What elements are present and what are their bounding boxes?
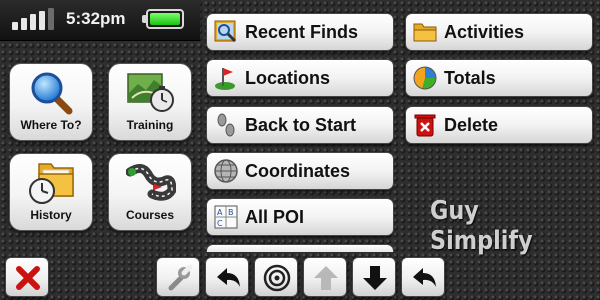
coordinates-label: Coordinates (245, 161, 351, 181)
folder-icon (413, 23, 437, 42)
svg-text:A: A (217, 208, 223, 217)
courses-label: Courses (125, 208, 175, 222)
close-button[interactable] (5, 257, 49, 297)
pie-chart-icon (413, 66, 437, 90)
target-icon (263, 264, 291, 292)
magnifier-icon (31, 72, 73, 115)
back-button-secondary[interactable] (401, 257, 445, 297)
globe-icon (214, 159, 238, 183)
recent-finds-button[interactable]: Recent Finds (206, 13, 394, 51)
target-button[interactable] (254, 257, 298, 297)
all-poi-label: All POI (245, 207, 305, 227)
training-label: Training (126, 118, 174, 132)
svg-text:B: B (228, 208, 234, 217)
locations-button[interactable]: Locations (206, 59, 394, 97)
footprints-icon (217, 113, 235, 137)
back-arrow-icon (413, 268, 436, 287)
scroll-down-icon (363, 266, 387, 290)
history-folder-clock-icon (29, 163, 74, 204)
location-flag-icon (215, 68, 235, 90)
trash-x-icon (414, 114, 436, 137)
watermark-text: Guy Simplify (430, 196, 533, 256)
back-button[interactable] (205, 257, 249, 297)
scroll-up-button[interactable] (303, 257, 347, 297)
svg-text:C: C (217, 219, 223, 228)
poi-abc-icon: A B C (214, 205, 238, 229)
courses-button[interactable]: Courses (108, 153, 192, 231)
coordinates-button[interactable]: Coordinates (206, 152, 394, 190)
scroll-down-button[interactable] (352, 257, 396, 297)
totals-button[interactable]: Totals (405, 59, 593, 97)
wrench-icon (168, 264, 193, 291)
history-button[interactable]: History (9, 153, 93, 231)
recent-finds-icon (214, 20, 237, 43)
training-button[interactable]: Training (108, 63, 192, 141)
clock-time: 5:32pm (66, 9, 126, 28)
history-label: History (30, 208, 72, 222)
courses-road-flag-icon (126, 164, 176, 201)
back-to-start-label: Back to Start (245, 115, 357, 135)
activities-label: Activities (444, 22, 525, 42)
settings-wrench-button[interactable] (156, 257, 200, 297)
back-to-start-button[interactable]: Back to Start (206, 106, 394, 144)
where-to-label: Where To? (20, 118, 82, 132)
recent-finds-label: Recent Finds (245, 22, 359, 42)
partially-visible-menu-item[interactable] (206, 244, 394, 252)
status-bar: 5:32pm (0, 0, 200, 41)
all-poi-button[interactable]: A B C All POI (206, 198, 394, 236)
totals-label: Totals (444, 68, 496, 88)
training-map-stopwatch-icon (127, 73, 174, 112)
activities-button[interactable]: Activities (405, 13, 593, 51)
scroll-up-icon (314, 266, 338, 290)
delete-button[interactable]: Delete (405, 106, 593, 144)
close-icon (16, 266, 40, 290)
locations-label: Locations (245, 68, 331, 88)
delete-label: Delete (444, 115, 499, 135)
battery-icon (142, 9, 184, 29)
where-to-button[interactable]: Where To? (9, 63, 93, 141)
signal-strength-icon (12, 8, 60, 30)
back-arrow-icon (217, 268, 240, 287)
